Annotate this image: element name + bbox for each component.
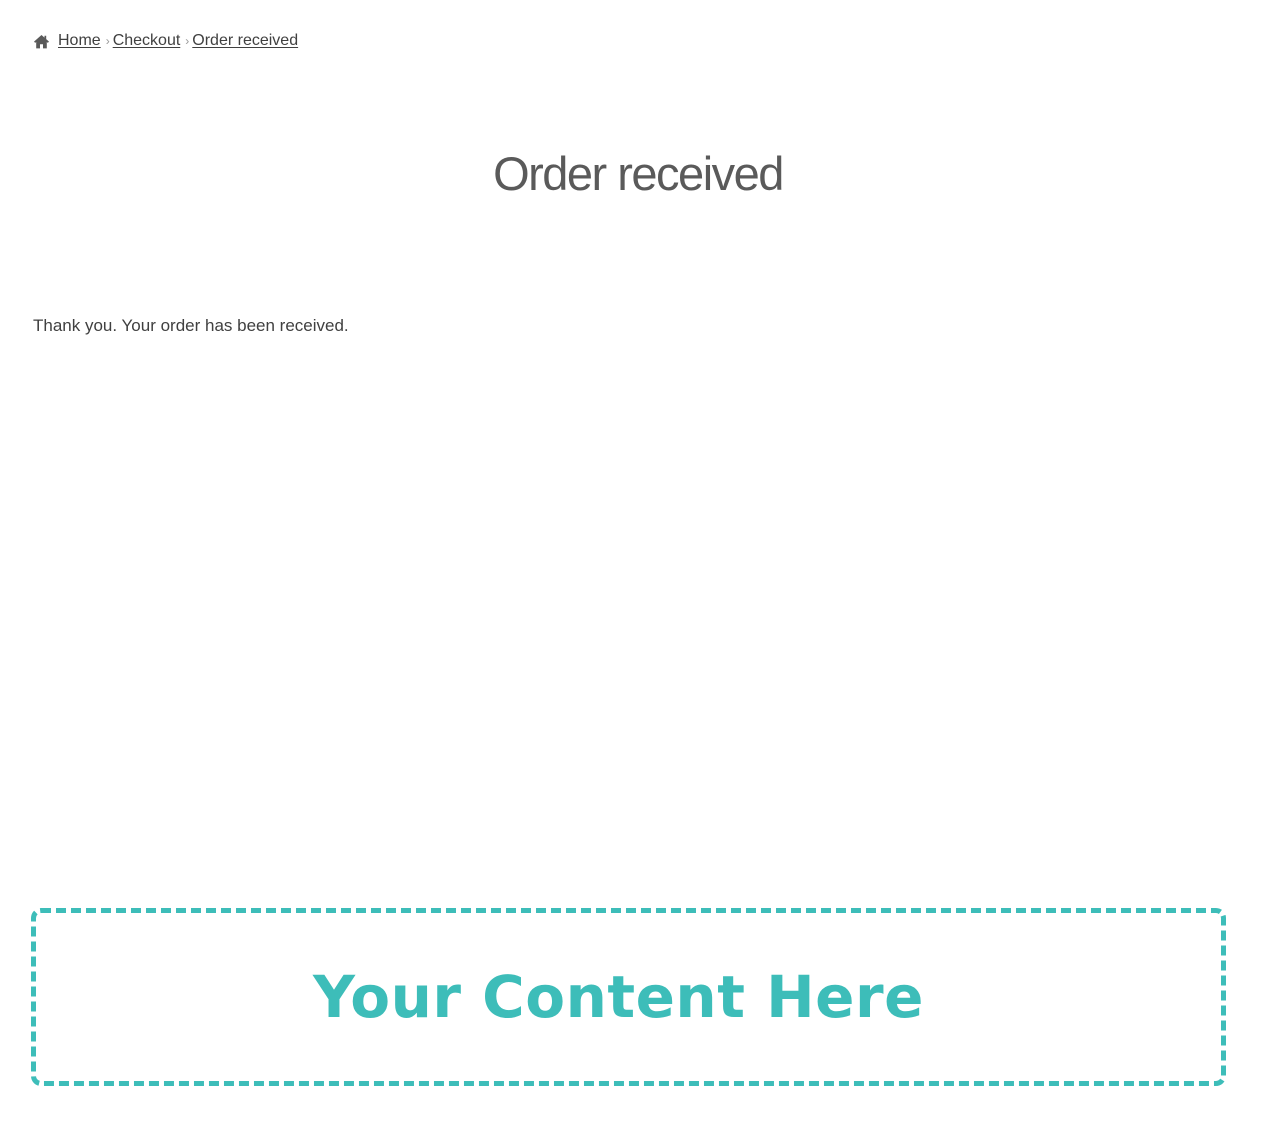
email-value: client@bbmsl.com [56, 632, 220, 654]
email-label: EMAIL: [56, 611, 100, 626]
content-placeholder-text: Your Content Here [313, 963, 924, 1031]
thank-you-message: Thank you. Your order has been received. [33, 316, 349, 335]
order-number-value: 135 [56, 461, 90, 483]
total-row: TOTAL: $55.00 [33, 672, 1226, 758]
payment-method-label: PAYMENT METHOD: [56, 783, 184, 798]
payment-method-value: Checkout with bbMSL [56, 803, 251, 825]
date-row: DATE: January 1, 2000 [33, 500, 1226, 586]
total-label: TOTAL: [56, 697, 102, 712]
total-value: $55.00 [56, 718, 118, 740]
email-row: EMAIL: client@bbmsl.com [33, 586, 1226, 672]
payment-method-row: PAYMENT METHOD: Checkout with bbMSL [33, 758, 1226, 844]
home-icon [33, 34, 50, 49]
breadcrumb-home-link[interactable]: Home [33, 32, 101, 50]
content-placeholder: Your Content Here [31, 908, 1226, 1086]
order-number-label: ORDER NUMBER: [56, 439, 170, 454]
date-value: January 1, 2000 [56, 546, 200, 568]
page-title: Order received [493, 147, 784, 200]
chevron-right-icon: › [185, 34, 190, 48]
breadcrumb-home-label: Home [58, 32, 101, 49]
order-overview: ORDER NUMBER: 135 DATE: January 1, 2000 … [33, 397, 1226, 864]
date-label: DATE: [56, 524, 95, 539]
breadcrumb: Home › Checkout › Order received [33, 32, 298, 50]
order-number-row: ORDER NUMBER: 135 [33, 414, 1226, 500]
breadcrumb-order-received-link[interactable]: Order received [192, 32, 298, 50]
breadcrumb-checkout-link[interactable]: Checkout [113, 32, 181, 50]
chevron-right-icon: › [105, 34, 110, 48]
